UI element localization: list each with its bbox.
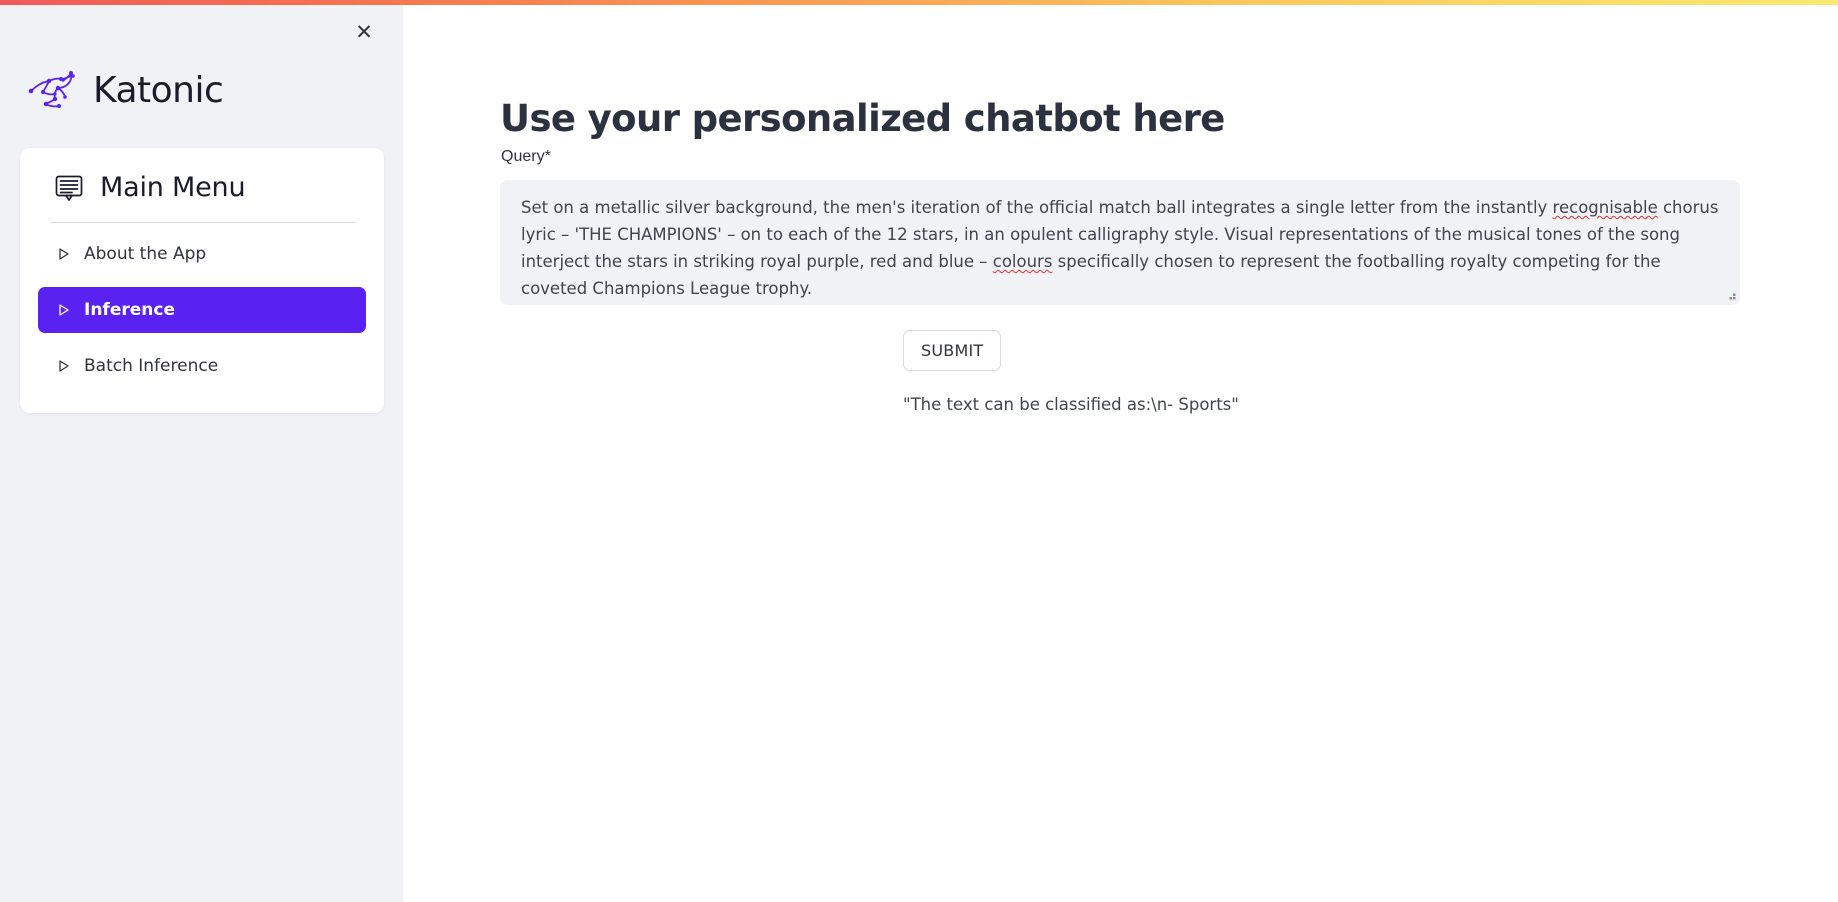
brand-name: Katonic: [93, 70, 224, 111]
misspelled-word: recognisable: [1552, 198, 1658, 217]
main-menu-header: Main Menu: [38, 168, 366, 204]
menu-divider: [51, 222, 356, 223]
submit-button[interactable]: SUBMIT: [903, 330, 1002, 371]
main-menu-title: Main Menu: [100, 172, 246, 204]
query-field-label: Query*: [501, 148, 551, 166]
main-menu-card: Main Menu About the App Inference Batch …: [20, 148, 384, 413]
sidebar-item-label: About the App: [84, 243, 207, 264]
sidebar: ✕ Katonic Main Menu About the App Infere…: [0, 0, 403, 902]
kangaroo-logo-icon: [25, 68, 87, 114]
sidebar-nav: About the App Inference Batch Inference: [38, 231, 366, 389]
caret-right-icon: [57, 303, 70, 317]
query-label-text: Query: [501, 148, 545, 165]
sidebar-item-batch-inference[interactable]: Batch Inference: [38, 343, 366, 389]
caret-right-icon: [57, 359, 70, 373]
chat-menu-icon: [53, 172, 85, 204]
brand-logo[interactable]: Katonic: [25, 65, 267, 117]
sidebar-item-about-the-app[interactable]: About the App: [38, 231, 366, 277]
page-title: Use your personalized chatbot here: [500, 96, 1225, 140]
main-content: Use your personalized chatbot here Query…: [403, 0, 1838, 902]
caret-right-icon: [57, 247, 70, 261]
required-mark: *: [544, 148, 551, 165]
top-gradient-bar: [0, 0, 1838, 5]
query-input[interactable]: Set on a metallic silver background, the…: [500, 180, 1740, 305]
misspelled-word: colours: [992, 252, 1053, 271]
close-icon[interactable]: ✕: [346, 14, 382, 50]
sidebar-item-label: Inference: [84, 299, 175, 320]
classification-result: "The text can be classified as:\n- Sport…: [903, 395, 1239, 414]
app-root: ✕ Katonic Main Menu About the App Infere…: [0, 0, 1838, 902]
sidebar-item-label: Batch Inference: [84, 355, 219, 376]
sidebar-item-inference[interactable]: Inference: [38, 287, 366, 333]
query-text-segment-0: Set on a metallic silver background, the…: [521, 198, 1553, 217]
resize-handle-icon[interactable]: [1724, 288, 1739, 303]
